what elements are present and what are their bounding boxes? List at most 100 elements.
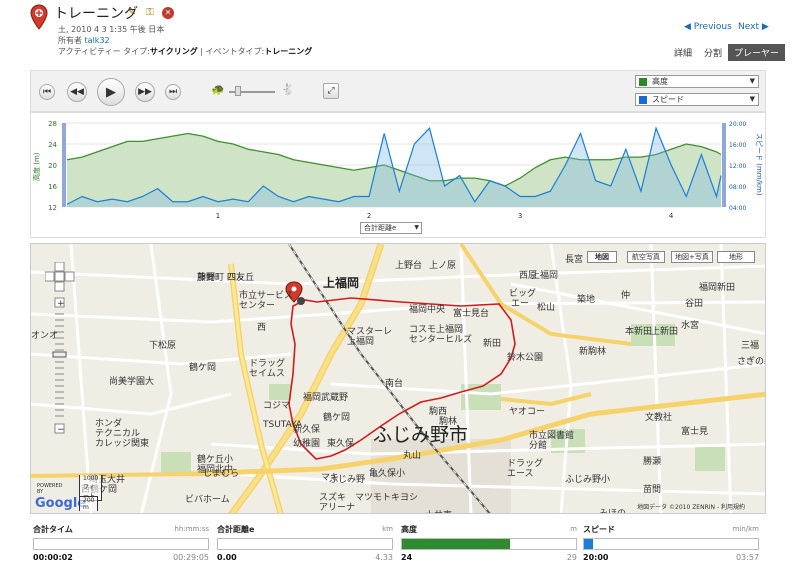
fullscreen-icon[interactable]: ⤢ <box>323 83 339 99</box>
map-label: 本新田 <box>625 327 653 337</box>
map-type-satellite-button[interactable]: 航空写真 <box>627 251 665 263</box>
map-type-map-button[interactable]: 地図 <box>587 251 617 263</box>
map-label: 幼稚園 <box>293 439 321 449</box>
map-label: 南台 <box>385 379 404 389</box>
map-label: 谷田 <box>685 299 704 309</box>
rabbit-icon: 🐇 <box>281 83 295 96</box>
y-left-tick-label: 16 <box>48 183 57 191</box>
map-label: セイムス <box>249 369 285 379</box>
activity-type-label: アクティビティー タイプ: <box>58 47 150 56</box>
map-type-terrain-button[interactable]: 地形 <box>717 251 755 263</box>
map-label: ビバホーム <box>185 495 230 505</box>
map-label: センター <box>239 301 276 311</box>
y-right-tick-label: 12:00 <box>729 163 746 170</box>
map-label: カレッジ関東 <box>95 439 150 449</box>
activity-type-value: サイクリング <box>149 47 198 56</box>
stat-unit: m <box>570 525 577 533</box>
map-label: センターヒルズ <box>409 335 473 345</box>
speed-slider-knob[interactable] <box>235 86 241 96</box>
elevation-swatch <box>639 78 647 86</box>
map-label: 福岡中央 <box>409 305 446 315</box>
skip-end-button[interactable]: ⏭ <box>165 84 181 100</box>
stat-progress-fill <box>584 539 593 549</box>
rewind-button[interactable]: ◀◀ <box>67 82 87 102</box>
map-label: 水宮 <box>681 321 700 331</box>
map-label: 鶴ケ岡 <box>323 413 351 423</box>
map-label: 松山 <box>537 303 556 313</box>
map-label: 文教社 <box>645 413 673 423</box>
map-label: 上ノ原 <box>429 261 457 271</box>
stat-progress-bar <box>217 538 393 550</box>
player-controls: ⏮ ◀◀ ▶ ▶▶ ⏭ 🐢 🐇 ⤢ 高度 ▼ スピード ▼ <box>30 70 766 112</box>
y-right-axis-label: スピード (mm/km) <box>755 133 763 196</box>
map-label: 上福岡 <box>531 271 559 281</box>
stat-panel: 高度 m 24 29 <box>398 522 580 564</box>
stat-panel: スピード min/km 20:00 03:57 <box>580 522 762 564</box>
map-park <box>161 452 191 474</box>
chart-dropdown-elevation[interactable]: 高度 ▼ <box>635 75 759 88</box>
map-label: アリーナ <box>319 503 356 513</box>
lock-icon[interactable]: ⚿ <box>144 7 156 19</box>
chart-right-axis-bar <box>722 123 726 207</box>
x-tick-label: 3 <box>518 212 522 220</box>
stat-progress-bar <box>33 538 209 550</box>
map-label: コジマ <box>263 401 291 411</box>
chart-svg: 282420161220:0016:0012:0008:0004:001 2 3 4高… <box>32 120 763 220</box>
play-button[interactable]: ▶ <box>97 78 125 106</box>
svg-text:−: − <box>57 425 65 435</box>
map-label: マツモトキヨシ <box>355 493 419 503</box>
stat-unit: min/km <box>732 525 759 533</box>
map-label: 新田 <box>483 339 502 349</box>
scale-meters: 200 m <box>79 496 99 511</box>
chart-dropdown-speed[interactable]: スピード ▼ <box>635 93 759 106</box>
map-park <box>695 447 725 471</box>
route-map[interactable]: 地図 航空写真 地図+写真 地形 + − 熊野町 藤間 四友 四友丘 上福岡 市… <box>30 243 766 514</box>
y-left-tick-label: 24 <box>48 141 57 149</box>
previous-link[interactable]: ◀ Previous <box>684 22 732 32</box>
map-label: 富士見台 <box>453 309 490 319</box>
map-type-hybrid-button[interactable]: 地図+写真 <box>671 251 713 263</box>
svg-text:+: + <box>57 299 65 309</box>
map-label: 東久保 <box>327 439 355 449</box>
next-link[interactable]: Next ▶ <box>738 22 769 32</box>
stat-unit: km <box>382 525 393 533</box>
tab-details[interactable]: 詳細 <box>668 44 698 61</box>
map-label: 西 <box>257 323 267 333</box>
speed-swatch <box>639 96 647 104</box>
owner-link[interactable]: talk32 <box>85 36 110 45</box>
map-label: 苗間 <box>643 485 662 495</box>
tab-splits[interactable]: 分割 <box>698 44 728 61</box>
tab-player[interactable]: プレーヤー <box>728 44 786 61</box>
skip-start-button[interactable]: ⏮ <box>39 84 55 100</box>
map-copyright[interactable]: 地図データ ©2010 ZENRIN - 利用規約 <box>637 502 745 511</box>
owner-line: 所有者 talk32 <box>58 35 110 46</box>
y-right-tick-label: 08:00 <box>729 184 746 191</box>
elevation-speed-chart[interactable]: 28 24 20 16 12 20:00 16:00 12:00 08:00 04:00 1 2 3 4 高… <box>30 112 766 238</box>
stat-label: 合計タイム <box>33 525 73 534</box>
zoom-control: + − <box>44 261 75 446</box>
y-right-tick-label: 16:00 <box>729 142 746 149</box>
map-label: 上福岡 <box>323 276 360 290</box>
map-label: 富士見 <box>681 427 709 437</box>
chart-x-selector[interactable]: 合計距離e ▼ <box>360 222 422 234</box>
fast-forward-button[interactable]: ▶▶ <box>135 82 155 102</box>
delete-icon[interactable]: ✕ <box>162 7 174 19</box>
position-marker-icon[interactable] <box>297 297 305 305</box>
map-label: オンオ <box>31 331 59 341</box>
y-left-tick-label: 12 <box>48 204 57 212</box>
map-label: 上野台 <box>395 261 423 271</box>
x-tick-label: 4 <box>669 212 674 220</box>
activity-player-page: { "header": { "title": "トレーニング", "dateti… <box>0 0 800 564</box>
turtle-icon: 🐢 <box>211 83 225 96</box>
map-label: 仲 <box>621 291 631 301</box>
map-label: 鶴ケ岡 <box>189 363 217 373</box>
y-right-tick-label: 04:00 <box>729 205 746 212</box>
map-label: 築地 <box>577 295 596 305</box>
stat-max-value: 03:57 <box>735 553 759 562</box>
stat-progress-bar <box>583 538 759 550</box>
x-tick-label: 2 <box>367 212 371 220</box>
edit-icon[interactable]: ✎ <box>126 7 138 19</box>
chevron-down-icon: ▼ <box>749 77 755 85</box>
view-tabs: 詳細 分割 プレーヤー <box>668 44 786 61</box>
y-left-tick-label: 28 <box>48 120 57 128</box>
